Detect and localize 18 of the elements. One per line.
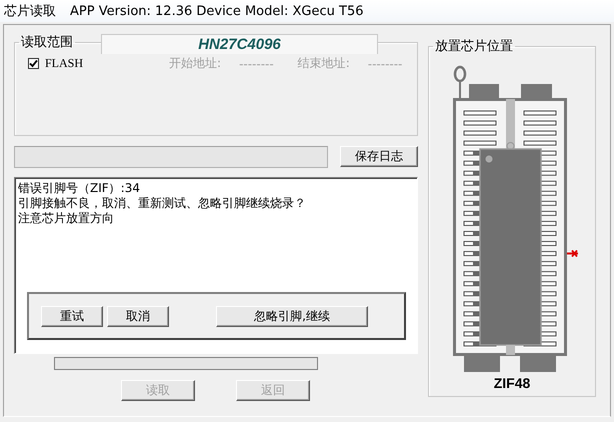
log-line: 引脚接触不良，取消、重新测试、忽略引脚继续烧录？ xyxy=(18,196,307,211)
start-address-value: -------- xyxy=(239,56,274,70)
window-title: 芯片读取 xyxy=(4,3,56,20)
end-address-label: 结束地址: xyxy=(298,55,350,72)
log-line: 错误引脚号（ZIF）:34 xyxy=(18,181,141,196)
prompt-button[interactable]: 忽略引脚,继续 xyxy=(216,306,368,326)
save-log-button[interactable]: 保存日志 xyxy=(340,146,418,167)
prompt-button[interactable]: 取消 xyxy=(107,306,169,326)
group-title: 读取范围 xyxy=(20,34,74,51)
log-line: 注意芯片放置方向 xyxy=(18,211,115,226)
prompt-button[interactable]: 重试 xyxy=(41,306,103,326)
socket-label: ZIF48 xyxy=(494,375,530,391)
start-address-label: 开始地址: xyxy=(169,55,222,72)
end-address-value: -------- xyxy=(368,56,402,70)
chip-name-label: HN27C4096 xyxy=(101,34,378,54)
app-version-text: APP Version: 12.36 Device Model: XGecu T56 xyxy=(70,4,364,18)
checkbox-label: FLASH xyxy=(45,56,84,71)
group-title: 放置芯片位置 xyxy=(434,38,514,55)
